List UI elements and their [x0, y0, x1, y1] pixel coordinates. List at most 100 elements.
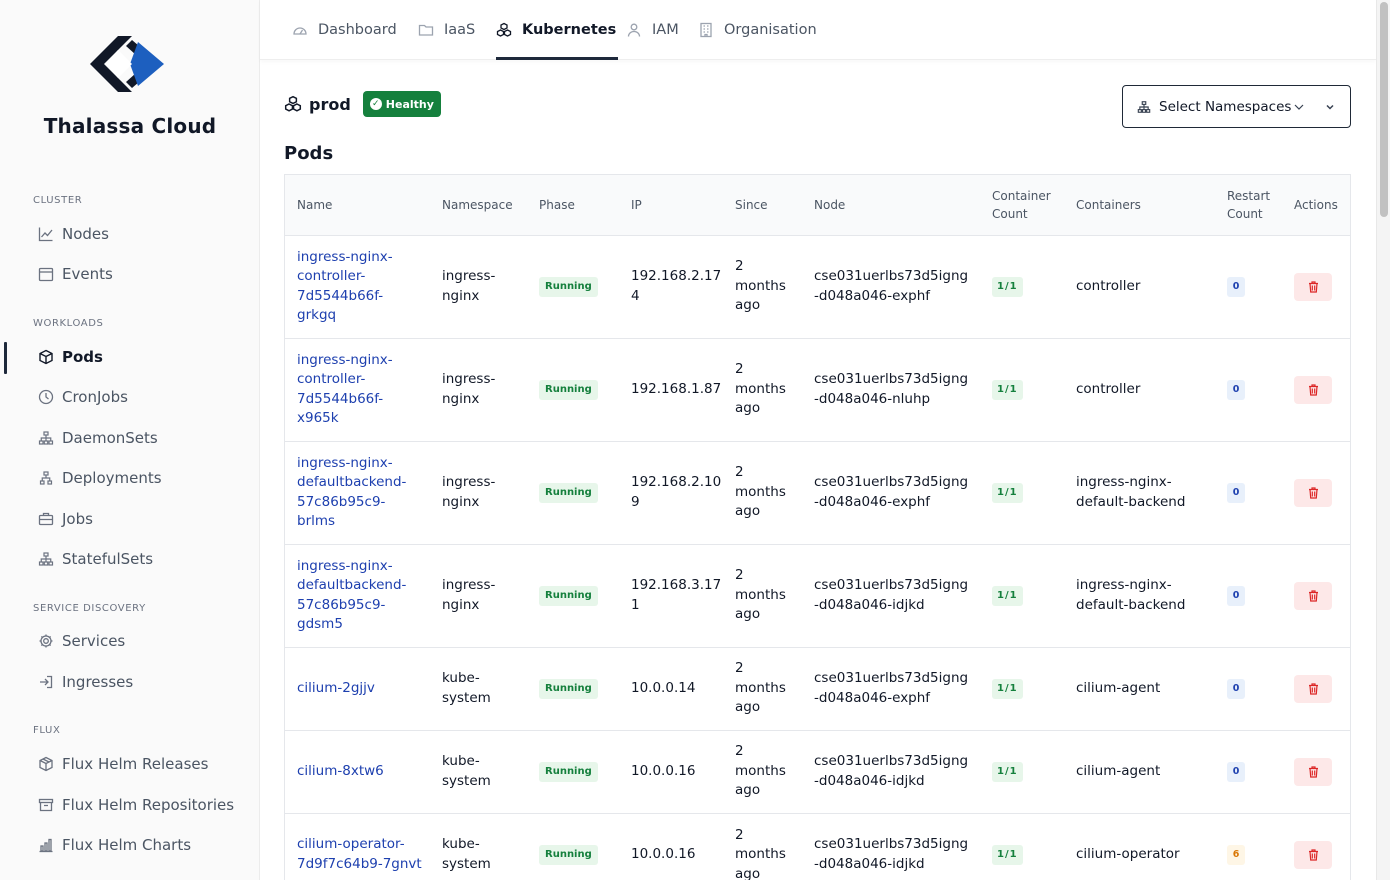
column-header-node[interactable]: Node	[802, 175, 980, 235]
table-row[interactable]: cilium-operator-7d9f7c64b9-7gnvt kube-sys…	[285, 812, 1350, 880]
tab-dashboard[interactable]: Dashboard	[292, 0, 397, 60]
sidebar-item-cronjobs[interactable]: CronJobs	[38, 382, 248, 412]
pod-name-link[interactable]: cilium-8xtw6	[285, 729, 430, 813]
pod-container-count-cell: 1/1	[980, 337, 1064, 441]
sidebar-item-label: StatefulSets	[62, 550, 154, 568]
table-row[interactable]: ingress-nginx-defaultbackend-57c86b95c9-…	[285, 440, 1350, 544]
briefcase-icon	[38, 511, 54, 527]
phase-badge: Running	[539, 277, 598, 297]
column-header-restart-count[interactable]: Restart Count	[1215, 175, 1282, 235]
table-row[interactable]: ingress-nginx-controller-7d5544b66f-x965…	[285, 337, 1350, 441]
column-header-actions: Actions	[1294, 197, 1338, 212]
tab-organisation[interactable]: Organisation	[698, 0, 817, 60]
namespace-select[interactable]: Select Namespaces	[1122, 85, 1351, 128]
column-header-containers[interactable]: Containers	[1064, 175, 1215, 235]
column-header-container-count[interactable]: Container Count	[980, 175, 1064, 235]
pod-container-count-cell: 1/1	[980, 234, 1064, 338]
container-count-badge: 1/1	[992, 277, 1023, 297]
calendar-icon	[38, 266, 54, 282]
delete-pod-button[interactable]	[1294, 840, 1332, 869]
trash-icon	[1308, 765, 1318, 778]
sidebar-item-events[interactable]: Events	[38, 259, 248, 289]
pods-table-body: ingress-nginx-controller-7d5544b66f-grkg…	[285, 234, 1350, 880]
delete-pod-button[interactable]	[1294, 757, 1332, 786]
pod-name-link[interactable]: ingress-nginx-defaultbackend-57c86b95c9-…	[285, 543, 430, 647]
pod-name-link[interactable]: cilium-operator-7d9f7c64b9-7gnvt	[285, 812, 430, 880]
gear-icon	[38, 633, 54, 649]
chevron-down-icon	[1324, 101, 1336, 113]
pod-containers: ingress-nginx-default-backend	[1064, 440, 1215, 544]
sidebar-item-jobs[interactable]: Jobs	[38, 504, 248, 534]
delete-pod-button[interactable]	[1294, 375, 1332, 404]
table-row[interactable]: cilium-2gjjv kube-system Running 10.0.0.14 2…	[285, 646, 1350, 730]
column-header-namespace[interactable]: Namespace	[430, 175, 527, 235]
pod-ip: 10.0.0.16	[619, 812, 723, 880]
delete-pod-button[interactable]	[1294, 478, 1332, 507]
pod-containers: cilium-agent	[1064, 729, 1215, 813]
namespace-select-label: Select Namespaces	[1159, 98, 1292, 115]
container-count-badge: 1/1	[992, 762, 1023, 782]
tab-iam[interactable]: IAM	[626, 0, 679, 60]
pod-phase-cell: Running	[527, 646, 619, 730]
column-header-phase[interactable]: Phase	[527, 175, 619, 235]
active-tab-indicator	[496, 57, 618, 60]
logo[interactable]	[0, 34, 260, 94]
pod-since: 2 months ago	[723, 234, 802, 338]
sidebar-item-deployments[interactable]: Deployments	[38, 463, 248, 493]
pod-ip: 192.168.3.171	[619, 543, 723, 647]
pod-name-link[interactable]: cilium-2gjjv	[285, 646, 430, 730]
table-row[interactable]: ingress-nginx-controller-7d5544b66f-grkg…	[285, 234, 1350, 338]
sidebar-item-nodes[interactable]: Nodes	[38, 219, 248, 249]
pod-ip: 192.168.2.174	[619, 234, 723, 338]
sidebar-item-label: Flux Helm Releases	[62, 755, 209, 773]
thalassa-logo-icon	[90, 36, 164, 92]
tab-label: IaaS	[444, 22, 476, 38]
column-header-name[interactable]: Name	[285, 175, 430, 235]
container-count-badge: 1/1	[992, 380, 1023, 400]
pod-name-link[interactable]: ingress-nginx-defaultbackend-57c86b95c9-…	[285, 440, 430, 544]
pod-name-link[interactable]: ingress-nginx-controller-7d5544b66f-grkg…	[285, 234, 430, 338]
tab-label: Organisation	[724, 22, 817, 38]
tab-iaas[interactable]: IaaS	[418, 0, 475, 60]
check-circle-icon: ✓	[369, 98, 382, 110]
scrollbar-thumb[interactable]	[1380, 2, 1388, 217]
pod-namespace: kube-system	[430, 646, 527, 730]
pod-container-count-cell: 1/1	[980, 440, 1064, 544]
page-scrollbar[interactable]	[1376, 0, 1390, 880]
column-header-ip[interactable]: IP	[619, 175, 723, 235]
pod-restart-count-cell: 0	[1215, 646, 1282, 730]
section-label-flux: FLUX	[33, 725, 61, 736]
tab-kubernetes[interactable]: Kubernetes	[496, 0, 616, 60]
pod-since: 2 months ago	[723, 729, 802, 813]
pod-name-link[interactable]: ingress-nginx-controller-7d5544b66f-x965…	[285, 337, 430, 441]
table-row[interactable]: ingress-nginx-defaultbackend-57c86b95c9-…	[285, 543, 1350, 647]
container-count-badge: 1/1	[992, 586, 1023, 606]
delete-pod-button[interactable]	[1294, 272, 1332, 301]
table-row[interactable]: cilium-8xtw6 kube-system Running 10.0.0.16 2…	[285, 729, 1350, 813]
column-header-since[interactable]: Since	[723, 175, 802, 235]
archive-icon	[38, 797, 54, 813]
sidebar-item-services[interactable]: Services	[38, 626, 248, 656]
delete-pod-button[interactable]	[1294, 674, 1332, 703]
delete-pod-button[interactable]	[1294, 581, 1332, 610]
building-icon	[698, 22, 714, 38]
sidebar-item-flux-helm-repositories[interactable]: Flux Helm Repositories	[38, 790, 248, 820]
sidebar-item-statefulsets[interactable]: StatefulSets	[38, 544, 248, 574]
container-count-badge: 1/1	[992, 483, 1023, 503]
sidebar-item-label: DaemonSets	[62, 429, 158, 447]
tab-label: IAM	[652, 22, 679, 38]
pod-actions-cell	[1282, 646, 1350, 730]
sidebar-item-daemonsets[interactable]: DaemonSets	[38, 423, 248, 453]
phase-badge: Running	[539, 679, 598, 699]
trash-icon	[1308, 682, 1318, 695]
phase-badge: Running	[539, 845, 598, 866]
sidebar-item-pods[interactable]: Pods	[38, 342, 248, 372]
phase-badge: Running	[539, 483, 598, 503]
chart-line-icon	[38, 226, 54, 242]
restart-count-badge: 0	[1227, 762, 1245, 782]
phase-badge: Running	[539, 380, 598, 400]
sidebar-item-ingresses[interactable]: Ingresses	[38, 667, 248, 697]
sidebar-item-flux-helm-charts[interactable]: Flux Helm Charts	[38, 830, 248, 860]
sidebar-item-flux-helm-releases[interactable]: Flux Helm Releases	[38, 749, 248, 779]
pod-restart-count-cell: 0	[1215, 234, 1282, 338]
